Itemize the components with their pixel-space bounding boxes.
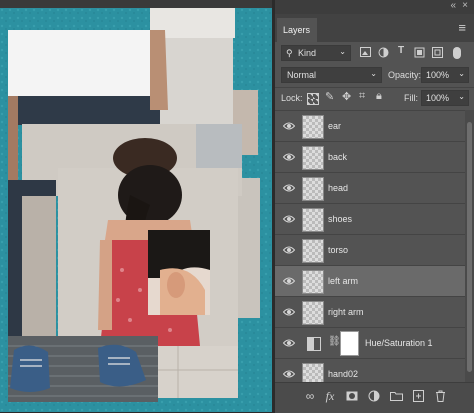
- layer-thumbnail[interactable]: [302, 146, 324, 170]
- lock-artboard-icon[interactable]: ⌗: [359, 90, 365, 103]
- blend-mode-dropdown[interactable]: Normal ⌄: [281, 67, 382, 83]
- image-filter-icon[interactable]: [359, 47, 371, 60]
- filter-row: ⚲ Kind ⌄ T: [275, 42, 474, 64]
- layer-name[interactable]: back: [328, 152, 347, 162]
- layer-list[interactable]: ear back head shoes torso left arm right arm ⛓ H…: [275, 110, 465, 383]
- tab-layers-label: Layers: [283, 25, 311, 35]
- link-layers-icon[interactable]: ∞: [303, 389, 317, 403]
- mask-link-icon[interactable]: ⛓: [328, 336, 341, 347]
- chevron-down-icon: ⌄: [339, 47, 346, 56]
- layer-row[interactable]: left arm: [275, 266, 465, 297]
- fill-field[interactable]: 100% ⌄: [421, 90, 469, 106]
- document-canvas[interactable]: [0, 0, 272, 412]
- opacity-field[interactable]: 100% ⌄: [421, 67, 469, 83]
- filter-kind-dropdown[interactable]: ⚲ Kind ⌄: [281, 45, 351, 61]
- layer-name[interactable]: shoes: [328, 214, 352, 224]
- collapse-panel-button[interactable]: «: [450, 0, 456, 11]
- layer-thumbnail[interactable]: [302, 239, 324, 263]
- visibility-eye-icon[interactable]: [283, 245, 295, 255]
- visibility-eye-icon[interactable]: [283, 183, 295, 193]
- layer-name[interactable]: right arm: [328, 307, 364, 317]
- lock-row: Lock: ✎ ✥ ⌗ 🔒︎ Fill: 100% ⌄: [275, 88, 474, 108]
- chevron-down-icon: ⌄: [458, 92, 465, 101]
- layer-row[interactable]: ear: [275, 111, 465, 142]
- search-icon: ⚲: [286, 48, 293, 58]
- new-adjustment-layer-icon[interactable]: [367, 390, 381, 405]
- blend-row: Normal ⌄ Opacity: 100% ⌄: [275, 64, 474, 86]
- add-mask-icon[interactable]: [345, 391, 359, 404]
- opacity-label: Opacity:: [388, 70, 422, 80]
- chevron-down-icon: ⌄: [458, 69, 465, 78]
- blend-mode-value: Normal: [287, 70, 317, 80]
- lock-label: Lock:: [281, 93, 303, 103]
- layer-thumbnail[interactable]: [302, 208, 324, 232]
- filter-kind-label: Kind: [298, 48, 317, 58]
- collage-image: [0, 0, 272, 412]
- scrollbar-thumb[interactable]: [467, 122, 472, 372]
- layer-name[interactable]: hand02: [328, 369, 358, 379]
- chevron-down-icon: ⌄: [370, 69, 377, 78]
- visibility-eye-icon[interactable]: [283, 276, 295, 286]
- fill-label: Fill:: [404, 93, 418, 103]
- fill-value: 100%: [426, 93, 450, 103]
- layer-list-scrollbar[interactable]: [465, 110, 474, 382]
- layer-row[interactable]: head: [275, 173, 465, 204]
- panel-dock-bar: « ×: [275, 0, 474, 14]
- visibility-eye-icon[interactable]: [283, 152, 295, 162]
- lock-position-icon[interactable]: ✥: [342, 90, 351, 103]
- visibility-eye-icon[interactable]: [283, 338, 295, 348]
- shape-filter-icon[interactable]: [413, 47, 425, 61]
- panel-footer: ∞ fx: [275, 382, 474, 413]
- layer-name[interactable]: left arm: [328, 276, 358, 286]
- delete-layer-icon[interactable]: [433, 390, 447, 405]
- layers-panel: « × Layers ≡ ⚲ Kind ⌄ T Normal ⌄ Opacity…: [275, 0, 474, 413]
- layer-row[interactable]: shoes: [275, 204, 465, 235]
- layer-thumbnail[interactable]: [302, 115, 324, 139]
- smart-object-filter-icon[interactable]: [431, 47, 443, 61]
- adjustment-layer-icon: [307, 337, 321, 351]
- layer-row[interactable]: ⛓ Hue/Saturation 1: [275, 328, 465, 359]
- visibility-eye-icon[interactable]: [283, 121, 295, 131]
- layer-thumbnail[interactable]: [302, 301, 324, 325]
- layer-name[interactable]: ear: [328, 121, 341, 131]
- adjustment-filter-icon[interactable]: [377, 47, 389, 61]
- lock-image-pixels-icon[interactable]: ✎: [325, 90, 334, 103]
- visibility-eye-icon[interactable]: [283, 307, 295, 317]
- layer-thumbnail[interactable]: [302, 177, 324, 201]
- layer-mask-thumbnail[interactable]: [340, 331, 359, 356]
- filter-toggle-icon[interactable]: [453, 47, 461, 59]
- opacity-value: 100%: [426, 70, 450, 80]
- layer-row[interactable]: back: [275, 142, 465, 173]
- close-panel-button[interactable]: ×: [462, 0, 468, 11]
- panel-tab-bar: Layers ≡: [275, 14, 474, 42]
- layer-row[interactable]: hand02: [275, 359, 465, 383]
- lock-all-icon[interactable]: 🔒︎: [376, 90, 382, 103]
- visibility-eye-icon[interactable]: [283, 369, 295, 379]
- tab-layers[interactable]: Layers: [277, 18, 317, 42]
- layer-row[interactable]: right arm: [275, 297, 465, 328]
- layer-name[interactable]: torso: [328, 245, 348, 255]
- layer-thumbnail[interactable]: [302, 363, 324, 383]
- layer-thumbnail[interactable]: [302, 270, 324, 294]
- type-filter-icon[interactable]: T: [395, 45, 407, 56]
- layer-style-button[interactable]: fx: [323, 389, 337, 404]
- new-layer-icon[interactable]: [411, 390, 425, 405]
- lock-transparent-pixels-icon[interactable]: [307, 93, 319, 105]
- new-group-icon[interactable]: [389, 390, 403, 404]
- panel-menu-icon[interactable]: ≡: [458, 20, 466, 35]
- layer-name[interactable]: Hue/Saturation 1: [365, 338, 433, 348]
- layer-row[interactable]: torso: [275, 235, 465, 266]
- visibility-eye-icon[interactable]: [283, 214, 295, 224]
- layer-name[interactable]: head: [328, 183, 348, 193]
